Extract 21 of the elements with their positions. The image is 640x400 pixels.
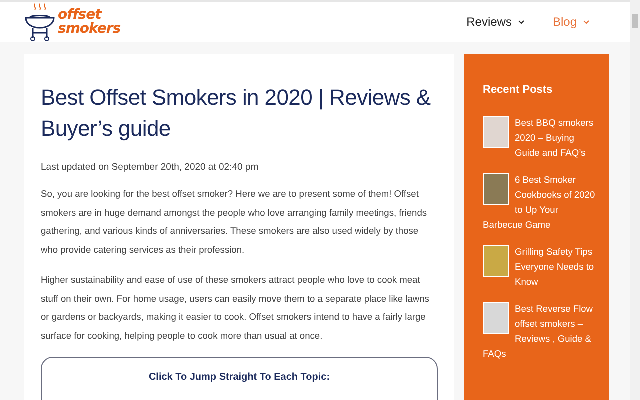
- grill-icon: [24, 2, 56, 42]
- post-link[interactable]: Best BBQ smokers 2020 – Buying Guide and FAQ’s: [483, 116, 599, 161]
- article-title: Best Offset Smokers in 2020 | Reviews & Buyer’s guide: [41, 84, 432, 143]
- logo-text[interactable]: offset: [58, 8, 121, 22]
- article-paragraph: Higher sustainability and ease of use of these smokers attract people who love to cook meat stuff on their own. For home usage, users can easily move them to a separate place like lawns or gardens or backyards, making it easier to cook. Offset smokers intend to have a fairly large surface for cooking, helping people to cook more than usual at once.: [41, 274, 430, 343]
- photo-placeholder[interactable]: [483, 245, 509, 277]
- post-link[interactable]: Grilling Safety Tips Everyone Needs to Know: [483, 245, 599, 290]
- toc-title: Click To Jump Straight To Each Topic:: [148, 372, 330, 383]
- article-paragraph: So, you are looking for the best offset smoker? Here we are to present some of them! Offset smokers are in huge demand amongst the people who love arranging family meetings, friends gathering, and various kinds of anniversaries. These smokers are also used widely by those who provide catering services as their profession.: [41, 188, 428, 257]
- nav-link[interactable]: Blog: [552, 15, 590, 29]
- scrollbar-thumb[interactable]: [632, 14, 638, 28]
- post-link[interactable]: 6 Best Smoker Cookbooks of 2020 to Up Your Barbecue Game: [483, 173, 599, 233]
- chevron-icon: [583, 20, 590, 24]
- updated-date: Last updated on September 20th, 2020 at 02:40 pm: [41, 162, 260, 173]
- logo-text[interactable]: smokers: [58, 22, 121, 36]
- photo-placeholder[interactable]: [483, 173, 509, 205]
- sidebar-title: Recent Posts: [483, 84, 554, 96]
- nav-link[interactable]: Reviews: [466, 15, 525, 29]
- chevron-icon: [518, 20, 525, 24]
- scrollbar[interactable]: [630, 0, 640, 400]
- post-link[interactable]: Best Reverse Flow offset smokers – Reviews , Guide & FAQs: [483, 302, 599, 362]
